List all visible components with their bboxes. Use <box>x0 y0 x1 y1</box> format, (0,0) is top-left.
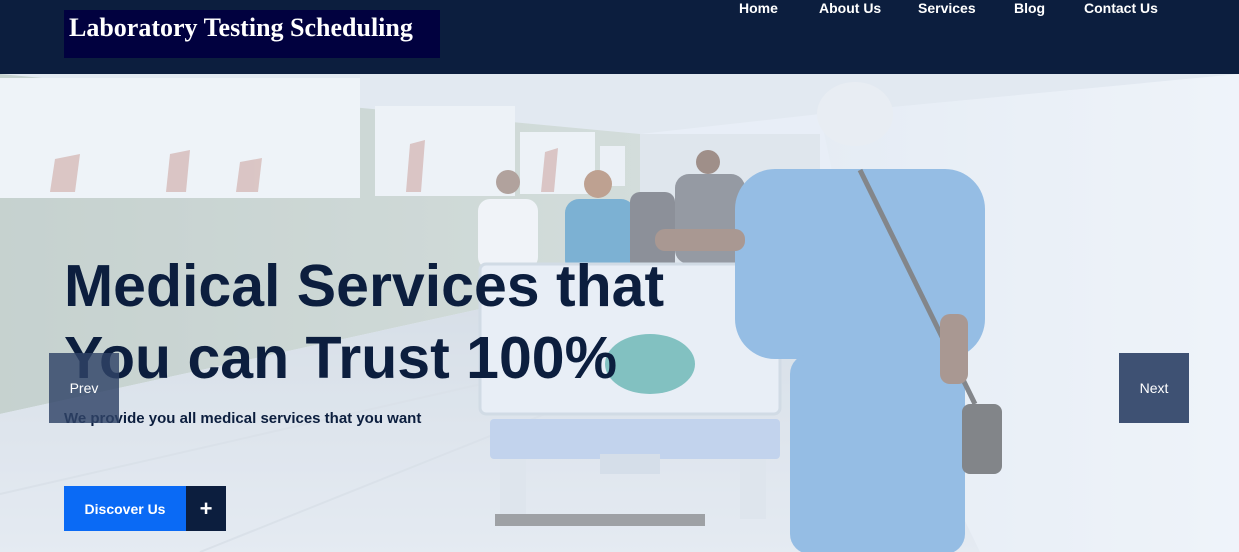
prev-slide-button[interactable]: Prev <box>49 353 119 423</box>
discover-us-button[interactable]: Discover Us <box>64 486 186 531</box>
hero-headline-line-1: Medical Services that <box>64 253 665 319</box>
nav-services[interactable]: Services <box>918 0 976 16</box>
plus-icon[interactable]: + <box>186 486 226 531</box>
nav-about-us[interactable]: About Us <box>819 0 881 16</box>
next-slide-button[interactable]: Next <box>1119 353 1189 423</box>
nav-contact-us[interactable]: Contact Us <box>1084 0 1158 16</box>
site-header: Laboratory Testing Scheduling Home About… <box>0 0 1239 74</box>
nav-blog[interactable]: Blog <box>1014 0 1045 16</box>
hero-slider: Medical Services that You can Trust 100%… <box>0 74 1239 552</box>
hero-headline-line-2: You can Trust 100% <box>64 325 618 391</box>
site-logo[interactable]: Laboratory Testing Scheduling <box>64 10 440 58</box>
hero-headline: Medical Services that You can Trust 100% <box>64 250 704 394</box>
nav-home[interactable]: Home <box>739 0 778 16</box>
